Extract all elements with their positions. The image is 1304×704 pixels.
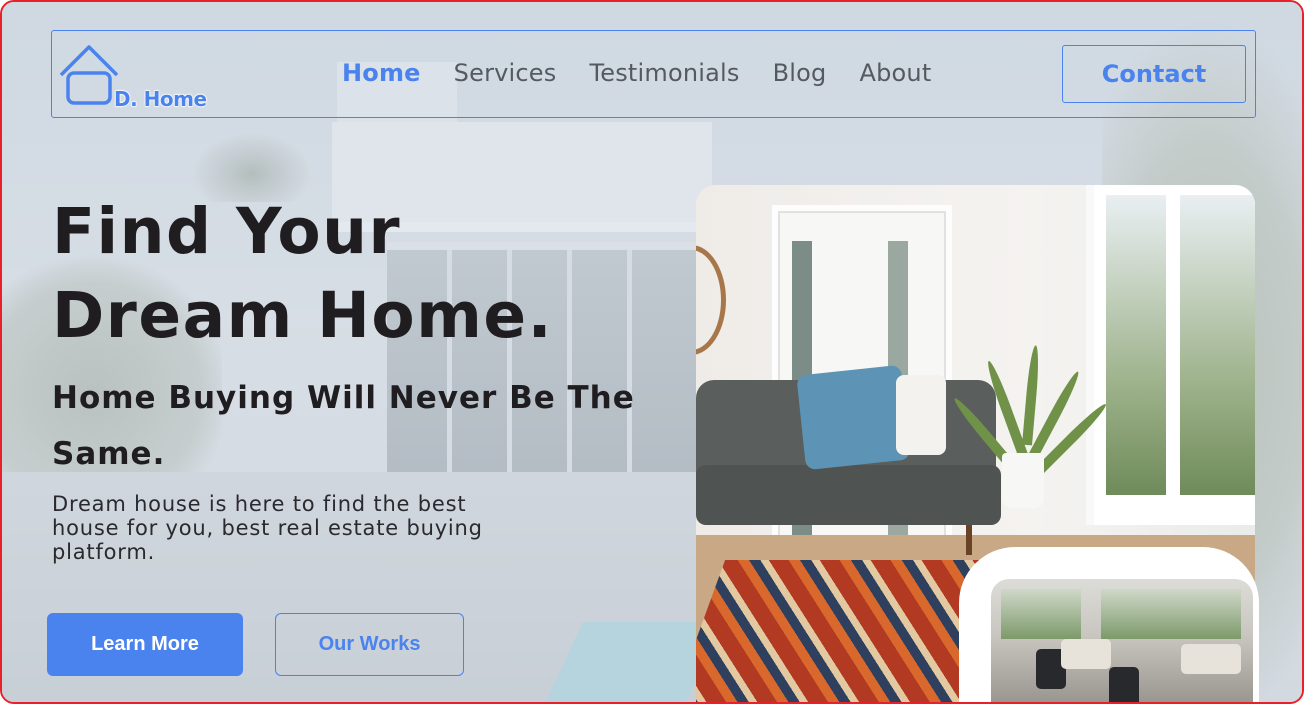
hero-description-line-2: house for you, best real estate buying [52,516,483,540]
hero-description: Dream house is here to find the best hou… [52,492,532,564]
secondary-image-card [959,547,1259,702]
contact-button[interactable]: Contact [1062,45,1246,103]
hero-description-line-3: platform. [52,540,156,564]
hero-title-line-1: Find Your [52,195,402,268]
nav-link-blog[interactable]: Blog [773,59,827,87]
our-works-button[interactable]: Our Works [275,613,464,676]
landing-page: D. Home Home Services Testimonials Blog … [0,0,1304,704]
logo[interactable]: D. Home [58,43,223,112]
nav-link-testimonials[interactable]: Testimonials [589,59,739,87]
hero-subtitle-line-2: Same. [52,436,166,472]
nav-link-about[interactable]: About [860,59,932,87]
nav-links: Home Services Testimonials Blog About [342,59,931,87]
learn-more-button[interactable]: Learn More [47,613,243,676]
logo-text: D. Home [114,87,208,112]
nav-link-home[interactable]: Home [342,59,421,87]
hero-description-line-1: Dream house is here to find the best [52,492,467,516]
hero-subtitle: Home Buying Will Never Be The Same. [52,370,672,482]
hero-title-line-2: Dream Home. [52,279,553,352]
nav-link-services[interactable]: Services [454,59,557,87]
lounge-interior-image [991,579,1253,702]
hero-title: Find Your Dream Home. [52,190,652,358]
navbar: D. Home Home Services Testimonials Blog … [51,30,1256,118]
hero-subtitle-line-1: Home Buying Will Never Be The [52,380,635,416]
